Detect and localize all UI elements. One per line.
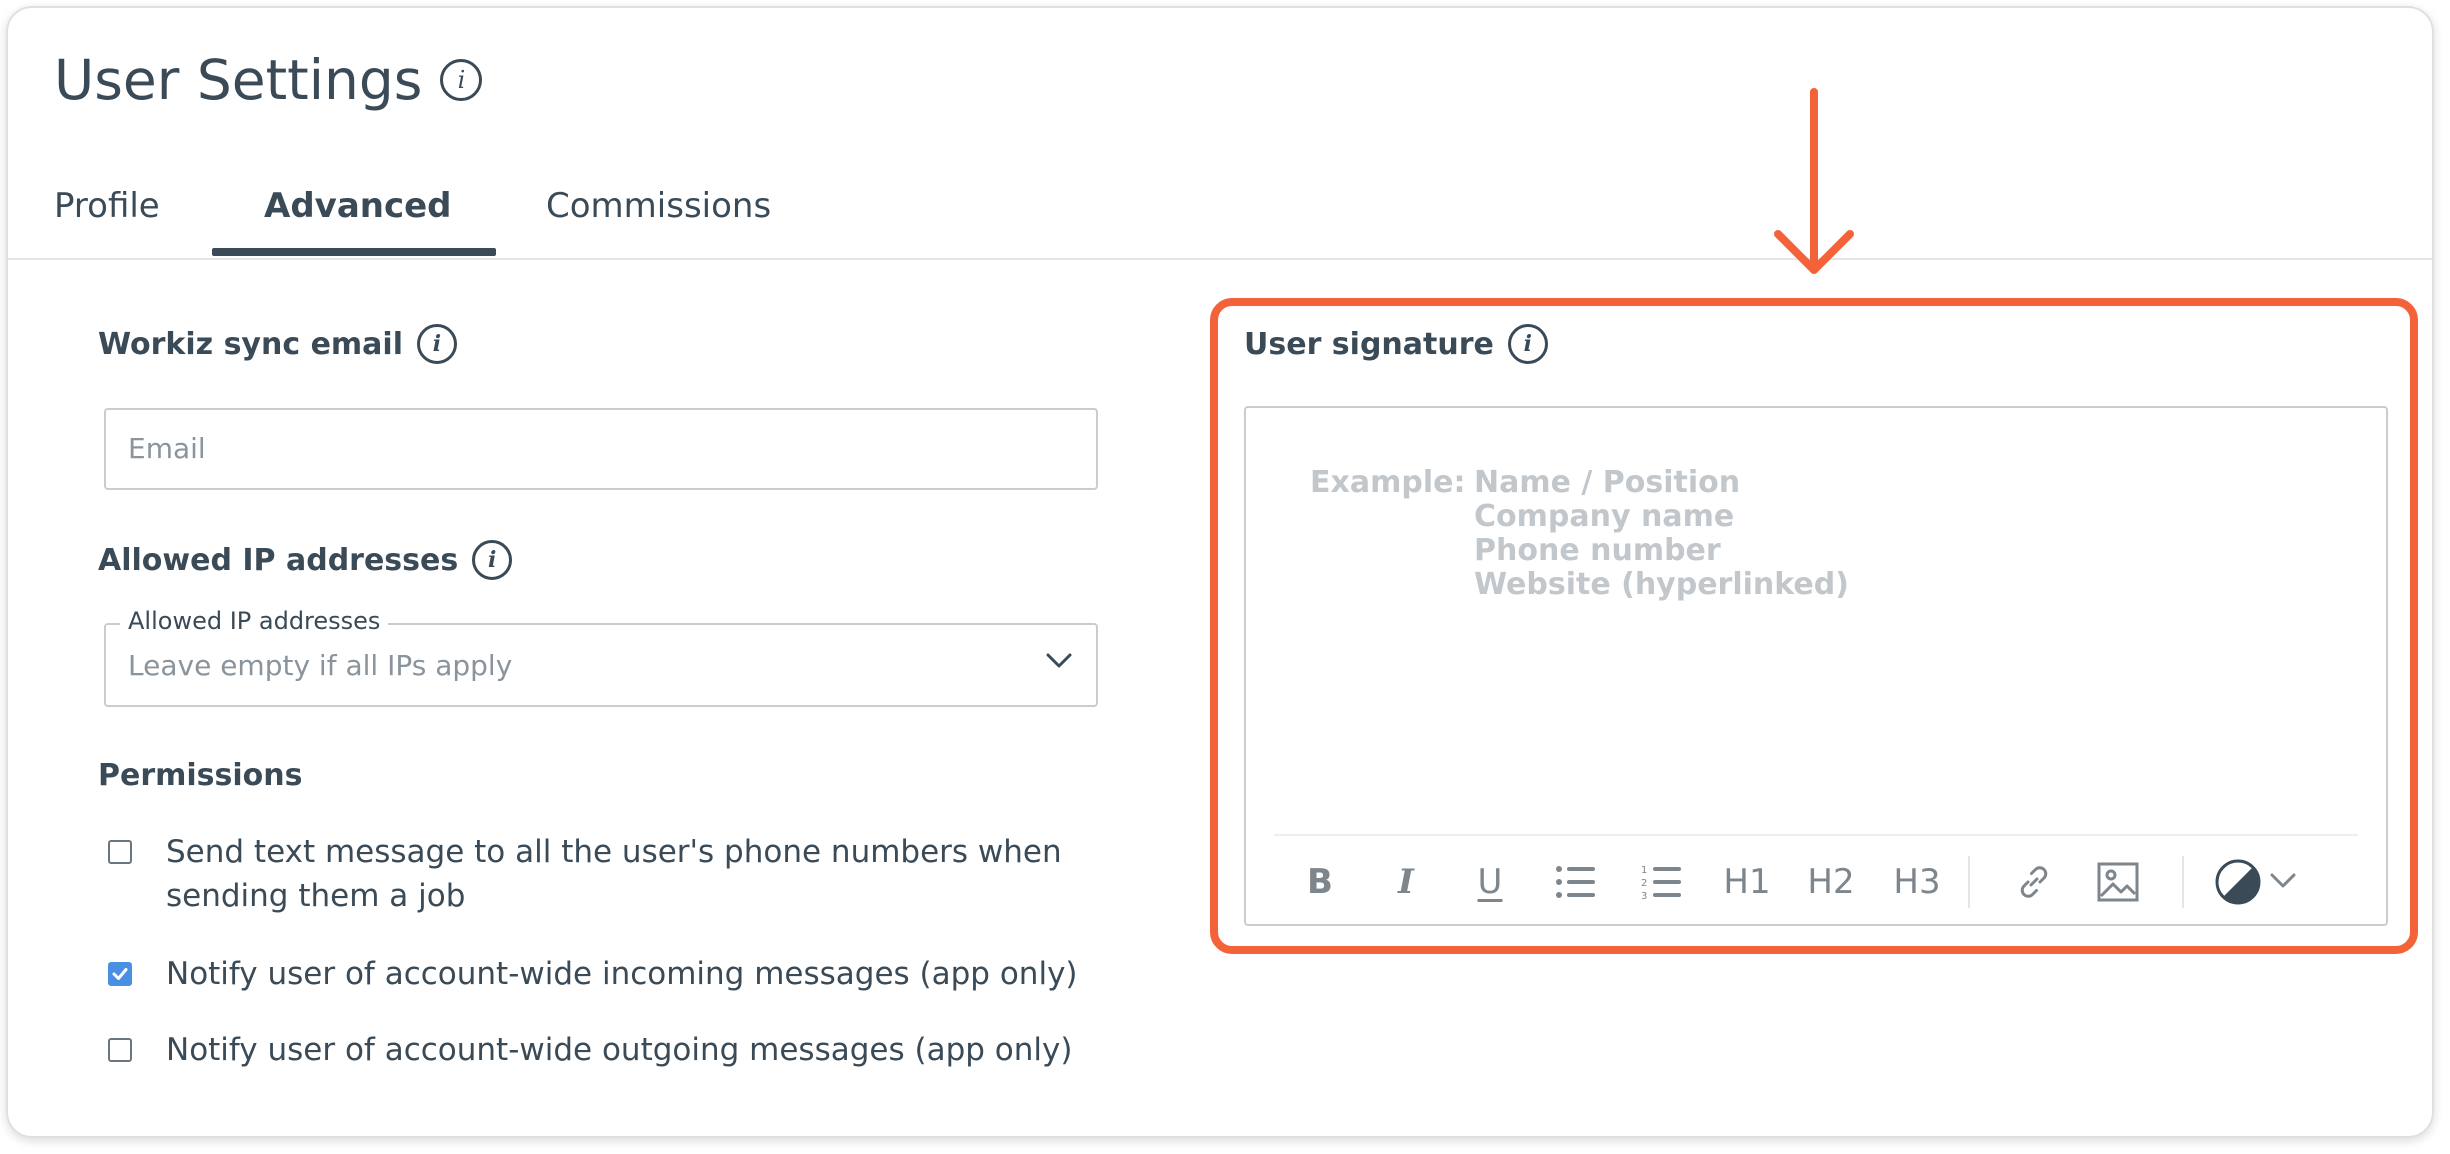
- page-title: User Settings i: [54, 48, 483, 112]
- page-title-text: User Settings: [54, 48, 423, 112]
- chevron-down-icon[interactable]: [1044, 645, 1074, 675]
- allowed-ip-placeholder: Leave empty if all IPs apply: [128, 649, 513, 682]
- allowed-ip-label: Allowed IP addresses i: [98, 540, 513, 580]
- info-icon[interactable]: i: [472, 540, 513, 580]
- sync-email-input[interactable]: Email: [104, 408, 1098, 490]
- permissions-label-text: Permissions: [98, 758, 303, 793]
- permission-checkbox-text-all-phones[interactable]: [108, 840, 132, 864]
- info-icon[interactable]: i: [416, 324, 457, 364]
- permission-label: Notify user of account-wide outgoing mes…: [166, 1032, 1073, 1068]
- permission-checkbox-outgoing-messages[interactable]: [108, 1038, 132, 1062]
- permission-label: Notify user of account-wide incoming mes…: [166, 956, 1078, 992]
- permissions-label: Permissions: [98, 758, 303, 793]
- allowed-ip-select[interactable]: Allowed IP addresses Leave empty if all …: [104, 607, 1098, 707]
- allowed-ip-field-legend: Allowed IP addresses: [120, 607, 389, 635]
- allowed-ip-label-text: Allowed IP addresses: [98, 542, 459, 578]
- highlight-annotation-box: [1210, 298, 2418, 954]
- checkmark-icon: [112, 968, 128, 980]
- arrow-down-icon: [1774, 88, 1854, 274]
- settings-card: User Settings i Profile Advanced Commiss…: [6, 6, 2434, 1138]
- sync-email-label: Workiz sync email i: [98, 324, 457, 364]
- tab-advanced[interactable]: Advanced: [264, 186, 452, 226]
- sync-email-placeholder: Email: [128, 432, 206, 465]
- permission-item: Notify user of account-wide outgoing mes…: [108, 1028, 1072, 1072]
- permission-label: Send text message to all the user's phon…: [166, 830, 1062, 918]
- permission-item: Send text message to all the user's phon…: [108, 830, 1062, 918]
- permission-checkbox-incoming-messages[interactable]: [108, 962, 132, 986]
- tab-profile[interactable]: Profile: [54, 186, 160, 226]
- permission-label-line: sending them a job: [166, 878, 466, 914]
- active-tab-indicator: [212, 248, 496, 256]
- info-icon[interactable]: i: [440, 59, 483, 101]
- permission-label-line: Send text message to all the user's phon…: [166, 834, 1062, 870]
- tab-bar: Profile Advanced Commissions: [8, 158, 2432, 260]
- sync-email-label-text: Workiz sync email: [98, 326, 403, 362]
- tab-commissions[interactable]: Commissions: [546, 186, 771, 226]
- permission-item: Notify user of account-wide incoming mes…: [108, 952, 1078, 996]
